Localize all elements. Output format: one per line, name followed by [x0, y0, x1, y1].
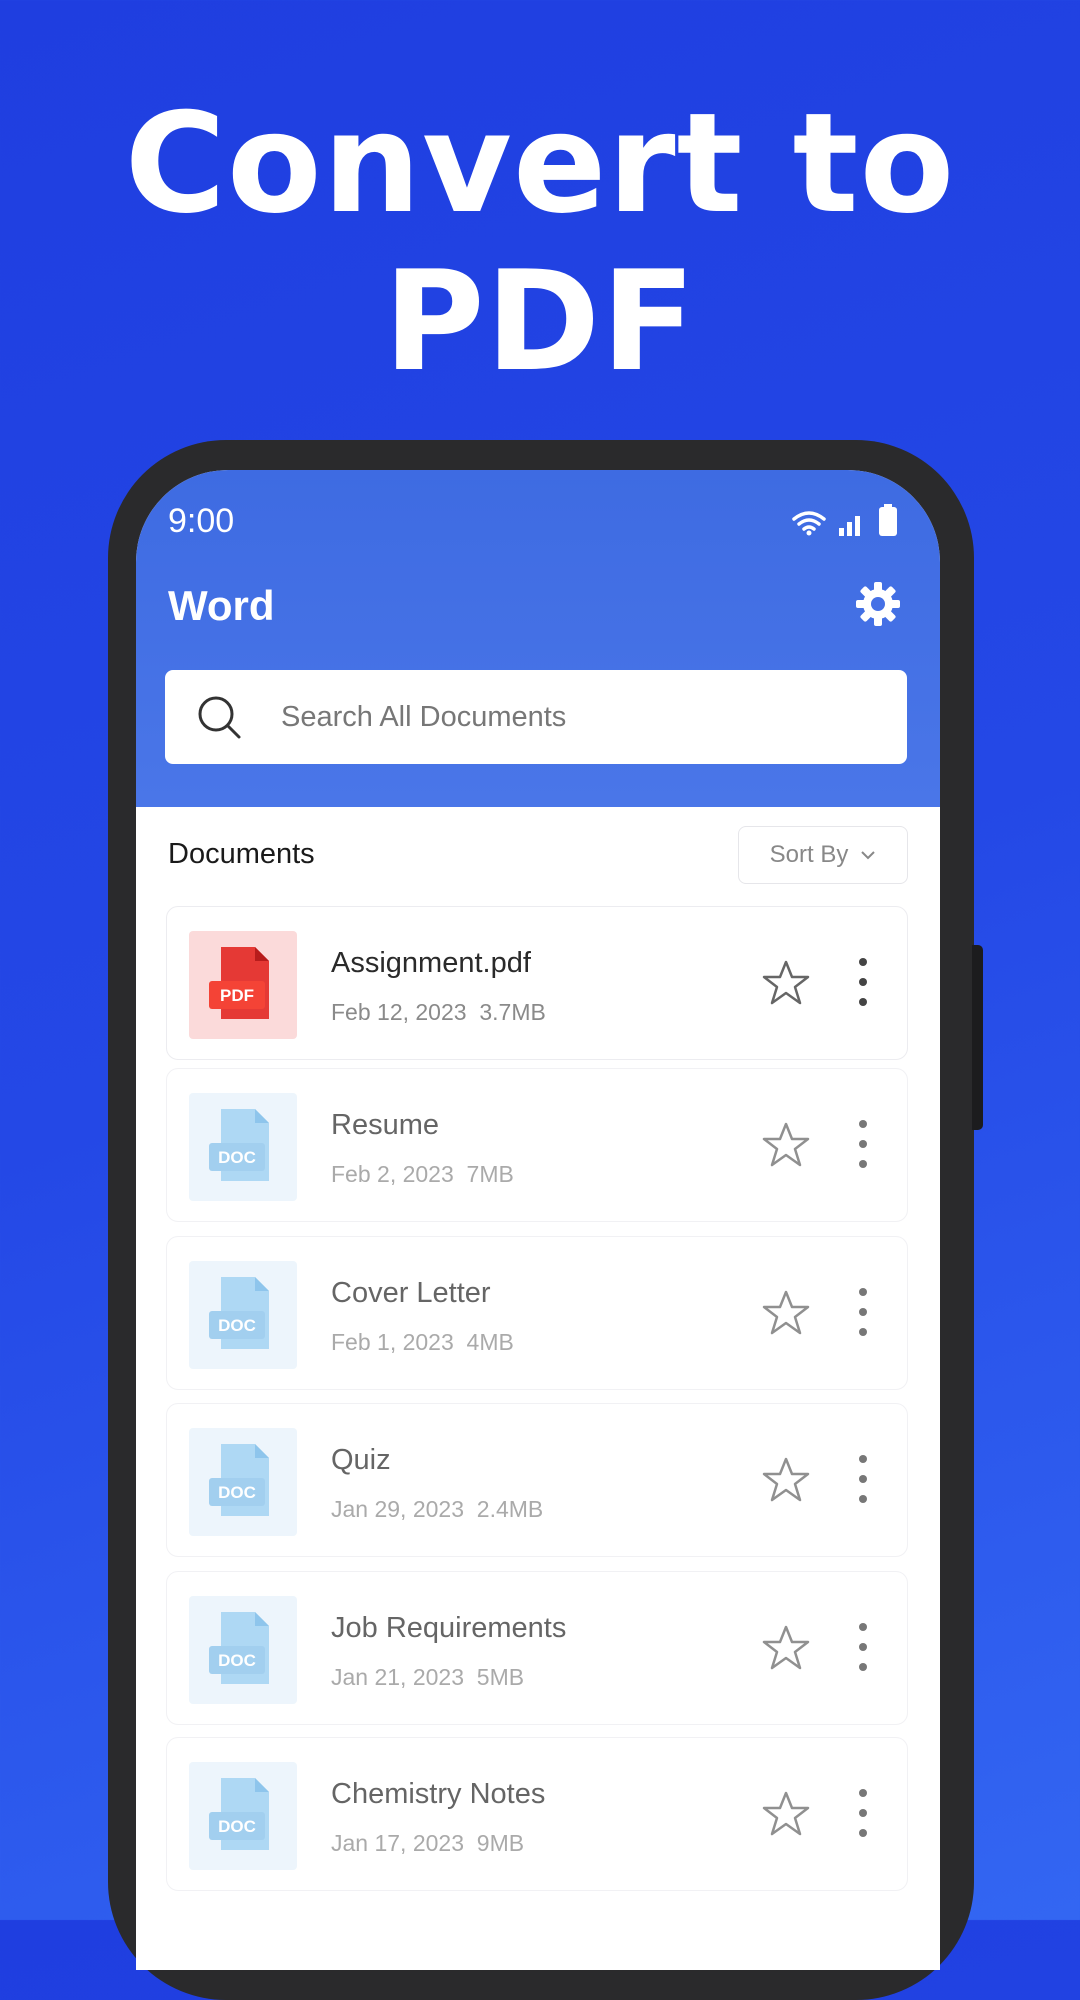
document-meta: Feb 1, 2023 4MB [331, 1329, 514, 1356]
document-name: Chemistry Notes [331, 1778, 546, 1810]
document-card[interactable]: PDF Assignment.pdf Feb 12, 2023 3.7MB [166, 906, 908, 1060]
more-vert-icon[interactable] [851, 1117, 875, 1171]
status-icons [792, 504, 898, 536]
wifi-icon [792, 511, 826, 536]
document-name: Assignment.pdf [331, 947, 531, 979]
search-bar[interactable] [165, 670, 907, 764]
document-size: 2.4MB [476, 1496, 544, 1522]
document-card[interactable]: DOC Quiz Jan 29, 2023 2.4MB [166, 1403, 908, 1557]
star-icon[interactable] [761, 1790, 811, 1838]
sort-by-label: Sort By [769, 841, 849, 868]
more-vert-icon[interactable] [851, 1620, 875, 1674]
document-meta: Jan 29, 2023 2.4MB [331, 1496, 543, 1523]
document-date: Feb 12, 2023 [331, 999, 467, 1025]
document-size: 4MB [466, 1329, 514, 1355]
doc-file-icon: DOC [189, 1596, 297, 1704]
more-vert-icon[interactable] [851, 955, 875, 1009]
doc-file-icon: DOC [189, 1261, 297, 1369]
promo-headline: Convert to PDF [0, 85, 1080, 401]
document-name: Resume [331, 1109, 439, 1141]
document-date: Jan 21, 2023 [331, 1664, 465, 1690]
document-card[interactable]: DOC Job Requirements Jan 21, 2023 5MB [166, 1571, 908, 1725]
svg-text:DOC: DOC [218, 1483, 256, 1502]
document-date: Jan 29, 2023 [331, 1496, 465, 1522]
star-icon[interactable] [761, 1289, 811, 1337]
more-vert-icon[interactable] [851, 1452, 875, 1506]
document-date: Jan 17, 2023 [331, 1830, 465, 1856]
document-card[interactable]: DOC Chemistry Notes Jan 17, 2023 9MB [166, 1737, 908, 1891]
svg-text:DOC: DOC [218, 1148, 256, 1167]
sort-by-dropdown[interactable]: Sort By [738, 826, 908, 884]
document-size: 3.7MB [479, 999, 546, 1025]
svg-text:DOC: DOC [218, 1651, 256, 1670]
app-title: Word [168, 582, 275, 629]
search-input[interactable] [279, 699, 843, 735]
document-size: 9MB [476, 1830, 525, 1856]
chevron-down-icon [861, 851, 876, 860]
documents-heading: Documents [168, 838, 315, 870]
document-meta: Jan 17, 2023 9MB [331, 1830, 524, 1857]
document-size: 7MB [466, 1161, 514, 1187]
battery-icon [879, 504, 897, 536]
document-meta: Feb 2, 2023 7MB [331, 1161, 514, 1188]
headline-line-1: Convert to [124, 83, 956, 244]
signal-icon [839, 516, 860, 536]
search-icon [198, 696, 241, 739]
more-vert-icon[interactable] [851, 1285, 875, 1339]
app-header: 9:00 Word [136, 470, 940, 807]
pdf-file-icon: PDF [189, 931, 297, 1039]
document-meta: Feb 12, 2023 3.7MB [331, 999, 546, 1026]
document-name: Quiz [331, 1444, 391, 1476]
document-size: 5MB [476, 1664, 525, 1690]
phone-screen: 9:00 Word Search All Documents Documents… [136, 470, 940, 1970]
star-icon[interactable] [761, 1456, 811, 1504]
svg-text:DOC: DOC [218, 1817, 256, 1836]
document-date: Feb 2, 2023 [331, 1161, 454, 1187]
headline-line-2: PDF [383, 241, 697, 402]
document-meta: Jan 21, 2023 5MB [331, 1664, 524, 1691]
document-name: Job Requirements [331, 1612, 567, 1644]
document-name: Cover Letter [331, 1277, 491, 1309]
doc-file-icon: DOC [189, 1428, 297, 1536]
star-icon[interactable] [761, 1624, 811, 1672]
status-time: 9:00 [168, 502, 235, 540]
document-date: Feb 1, 2023 [331, 1329, 454, 1355]
gear-icon[interactable] [854, 580, 902, 628]
doc-file-icon: DOC [189, 1762, 297, 1870]
phone-side-button [972, 945, 983, 1130]
document-card[interactable]: DOC Cover Letter Feb 1, 2023 4MB [166, 1236, 908, 1390]
svg-text:DOC: DOC [218, 1316, 256, 1335]
doc-file-icon: DOC [189, 1093, 297, 1201]
star-icon[interactable] [761, 959, 811, 1007]
svg-text:PDF: PDF [220, 986, 254, 1005]
document-card[interactable]: DOC Resume Feb 2, 2023 7MB [166, 1068, 908, 1222]
more-vert-icon[interactable] [851, 1786, 875, 1840]
star-icon[interactable] [761, 1121, 811, 1169]
